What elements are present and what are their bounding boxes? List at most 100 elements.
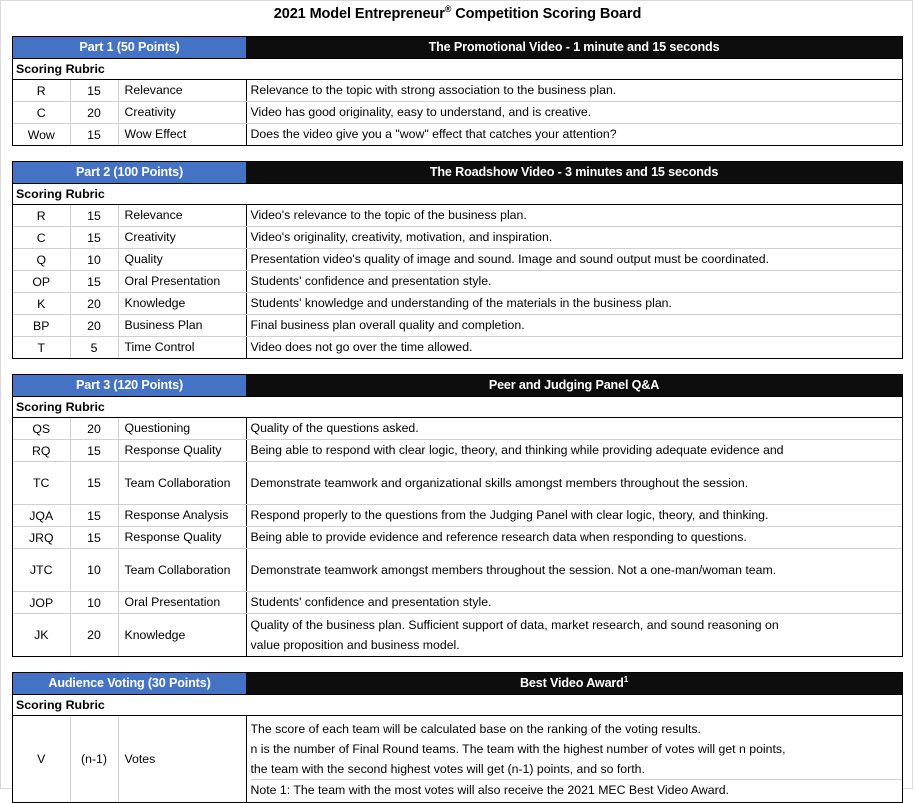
criterion-description: Video's originality, creativity, motivat… [246,226,902,249]
criterion-description: Does the video give you a "wow" effect t… [246,123,902,145]
table-row: V (n-1) Votes The score of each team wil… [13,715,902,802]
part-description-banner: The Roadshow Video - 3 minutes and 15 se… [246,162,902,184]
criterion-description: Quality of the questions asked. [246,417,902,440]
criterion-name: Business Plan [118,314,247,337]
criterion-code: JTC [13,548,71,592]
criterion-description: Being able to respond with clear logic, … [246,439,902,462]
section-audience-voting: Audience Voting (30 Points) Best Video A… [12,672,903,803]
part-description-text: Best Video Award [519,676,624,690]
criterion-name-text: Team Collaboration [124,475,231,490]
criterion-description: Demonstrate teamwork amongst members thr… [246,548,902,592]
scoring-board-document: 2021 Model Entrepreneur® Competition Sco… [0,0,915,803]
table-row: BP 20 Business Plan Final business plan … [13,314,902,337]
table-row: JQA 15 Response Analysis Respond properl… [13,504,902,527]
criterion-points: 15 [70,439,119,462]
section-header-row: Part 1 (50 Points) The Promotional Video… [13,37,902,59]
footnote-line: Note 1: The team with the most votes wil… [250,778,902,800]
criterion-name: Response Quality [118,439,247,462]
table-row: Wow 15 Wow Effect Does the video give yo… [13,123,902,145]
criterion-code: V [13,715,71,802]
criterion-points: 15 [70,123,119,145]
page-title-prefix: 2021 Model Entrepreneur [273,6,445,22]
table-row: Q 10 Quality Presentation video's qualit… [13,248,902,271]
criterion-name: Relevance [118,79,247,102]
table-row: JRQ 15 Response Quality Being able to pr… [13,526,902,549]
section-header-row: Part 2 (100 Points) The Roadshow Video -… [13,162,902,184]
table-row: JTC 10 Team Collaboration Demonstrate te… [13,548,902,592]
footnote-marker: 1 [623,674,629,684]
scoring-rubric-label: Scoring Rubric [13,58,902,80]
scoring-rubric-label: Scoring Rubric [13,183,902,205]
criterion-points: 15 [70,461,119,505]
criterion-description: Students' knowledge and understanding of… [246,292,902,315]
table-row: JOP 10 Oral Presentation Students' confi… [13,591,902,614]
criterion-code: BP [13,314,71,337]
criterion-name: Votes [118,715,247,802]
criterion-code: C [13,101,71,124]
table-row: JK 20 Knowledge Quality of the business … [13,613,902,656]
table-row: R 15 Relevance Relevance to the topic wi… [13,79,902,102]
table-row: OP 15 Oral Presentation Students' confid… [13,270,902,293]
criterion-points: 20 [70,101,119,124]
criterion-code: C [13,226,71,249]
criterion-code: T [13,336,71,358]
criterion-points: (n-1) [70,715,119,802]
criterion-name: Knowledge [118,613,247,656]
description-line: The score of each team will be calculate… [250,721,701,736]
section-header-row: Part 3 (120 Points) Peer and Judging Pan… [13,375,902,397]
scoring-rubric-row: Scoring Rubric [13,183,902,205]
criterion-code: QS [13,417,71,440]
criterion-code: Q [13,248,71,271]
criterion-description: Students' confidence and presentation st… [246,591,902,614]
criterion-name: Questioning [118,417,247,440]
description-line: value proposition and business model. [250,638,460,652]
rubric-table-part-2: Part 2 (100 Points) The Roadshow Video -… [13,162,902,358]
criterion-points: 10 [70,548,119,592]
criterion-description: Video does not go over the time allowed. [246,336,902,358]
description-line: Quality of the business plan. Sufficient… [250,618,779,632]
criterion-description: Video's relevance to the topic of the bu… [246,204,902,227]
part-description-banner: Best Video Award1 [246,673,902,695]
criterion-points: 10 [70,591,119,614]
criterion-name: Team Collaboration [118,461,247,505]
part-label-badge: Part 3 (120 Points) [13,375,247,397]
scoring-rubric-row: Scoring Rubric [13,58,902,80]
part-label-badge: Audience Voting (30 Points) [13,673,247,695]
criterion-name: Response Analysis [118,504,247,527]
description-line: n is the number of Final Round teams. Th… [250,741,786,756]
criterion-points: 20 [70,314,119,337]
table-row: QS 20 Questioning Quality of the questio… [13,417,902,440]
criterion-points: 15 [70,526,119,549]
criterion-points: 15 [70,504,119,527]
criterion-name: Wow Effect [118,123,247,145]
criterion-description: Quality of the business plan. Sufficient… [246,613,902,656]
criterion-code: Wow [13,123,71,145]
criterion-code: K [13,292,71,315]
table-row: T 5 Time Control Video does not go over … [13,336,902,358]
criterion-points: 5 [70,336,119,358]
table-row: C 20 Creativity Video has good originali… [13,101,902,124]
criterion-points: 15 [70,79,119,102]
criterion-name: Creativity [118,226,247,249]
criterion-points: 15 [70,270,119,293]
page-title: 2021 Model Entrepreneur® Competition Sco… [0,0,915,23]
criterion-points: 15 [70,226,119,249]
criterion-description: Relevance to the topic with strong assoc… [246,79,902,102]
section-part-3: Part 3 (120 Points) Peer and Judging Pan… [12,374,903,657]
rubric-table-part-3: Part 3 (120 Points) Peer and Judging Pan… [13,375,902,656]
table-row: C 15 Creativity Video's originality, cre… [13,226,902,249]
criterion-description: The score of each team will be calculate… [246,715,902,802]
part-label-badge: Part 2 (100 Points) [13,162,247,184]
criterion-description: Being able to provide evidence and refer… [246,526,902,549]
criterion-description: Final business plan overall quality and … [246,314,902,337]
criterion-name: Creativity [118,101,247,124]
criterion-name: Quality [118,248,247,271]
criterion-points: 10 [70,248,119,271]
table-row: RQ 15 Response Quality Being able to res… [13,439,902,462]
table-row: R 15 Relevance Video's relevance to the … [13,204,902,227]
criterion-description: Demonstrate teamwork and organizational … [246,461,902,505]
table-row: TC 15 Team Collaboration Demonstrate tea… [13,461,902,505]
criterion-name-text: Team Collaboration [124,562,231,577]
criterion-code: JK [13,613,71,656]
criterion-code: JQA [13,504,71,527]
